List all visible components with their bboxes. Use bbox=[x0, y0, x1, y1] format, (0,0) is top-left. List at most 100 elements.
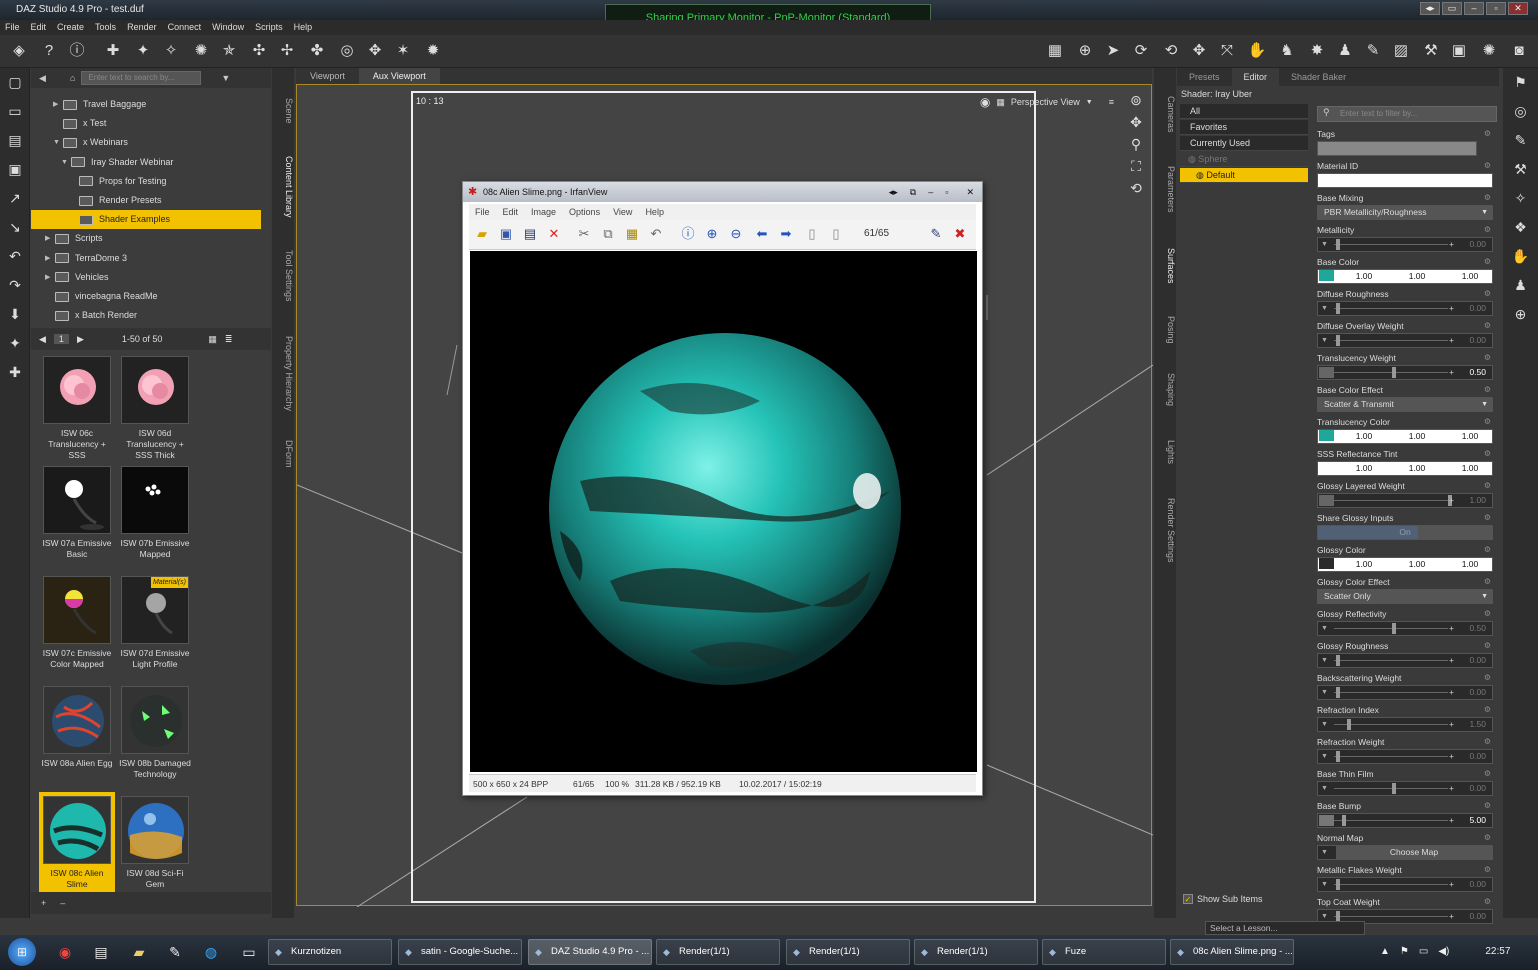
gear-icon[interactable]: ⚙ bbox=[1484, 545, 1491, 554]
start-button[interactable]: ⊞ bbox=[8, 938, 36, 966]
expand-icon[interactable]: ▶ bbox=[45, 229, 55, 248]
gear-icon[interactable]: ⚙ bbox=[1484, 801, 1491, 810]
pan-icon[interactable]: ✥ bbox=[1126, 114, 1146, 136]
map-swatch[interactable] bbox=[1319, 815, 1334, 826]
remove-icon[interactable]: – bbox=[60, 898, 65, 908]
show-sub-items[interactable]: ✓ Show Sub Items bbox=[1183, 894, 1263, 904]
close-icon[interactable]: ✕ bbox=[966, 182, 974, 202]
vtab-posing[interactable]: Posing bbox=[1154, 316, 1176, 344]
tree-item[interactable]: ▶ Scripts bbox=[31, 229, 261, 248]
sculpt-icon[interactable]: ❖ bbox=[1503, 213, 1538, 242]
export-icon[interactable]: ↗ bbox=[0, 184, 30, 213]
menu-file[interactable]: File bbox=[5, 20, 20, 35]
map-swatch[interactable] bbox=[1319, 367, 1334, 378]
slider-value[interactable]: 0.00 bbox=[1469, 750, 1486, 763]
plus-icon[interactable]: + bbox=[1449, 302, 1454, 315]
filter-input[interactable]: Enter text to filter by... bbox=[1317, 106, 1497, 122]
gear-icon[interactable]: ⚙ bbox=[1484, 353, 1491, 362]
weight-icon[interactable]: ✯ bbox=[218, 40, 240, 62]
gear-icon[interactable]: ⚙ bbox=[1484, 289, 1491, 298]
figure-icon[interactable]: ♟ bbox=[1503, 271, 1538, 300]
save-icon[interactable]: ▣ bbox=[0, 155, 30, 184]
taskbar-button[interactable]: ◆ Render(1/1) bbox=[914, 939, 1038, 965]
map-field[interactable]: ▼ Choose Map bbox=[1317, 845, 1493, 860]
view-selector[interactable]: ◉ ▦ Perspective View ▼ ≡ bbox=[980, 95, 1114, 109]
maximize-icon[interactable]: ▫ bbox=[945, 182, 948, 202]
plus-icon[interactable]: + bbox=[1449, 814, 1454, 827]
drop-icon[interactable]: ⬇ bbox=[0, 300, 30, 329]
vtab-scene[interactable]: Scene bbox=[272, 98, 294, 124]
chevron-down-icon[interactable]: ▼ bbox=[1321, 302, 1328, 315]
info-icon[interactable]: ⓘ bbox=[66, 40, 88, 62]
expand-icon[interactable]: ▶ bbox=[53, 95, 63, 114]
paint-icon[interactable]: ✎ bbox=[1362, 40, 1384, 62]
taskbar-button[interactable]: ◆ DAZ Studio 4.9 Pro - ... bbox=[528, 939, 652, 965]
move-icon[interactable]: ✣ bbox=[248, 40, 270, 62]
color-field[interactable]: 1.00 1.00 1.00 bbox=[1317, 461, 1493, 476]
value-cell[interactable]: 1.00 bbox=[1399, 558, 1435, 571]
save-icon[interactable]: ▤ bbox=[521, 225, 539, 243]
translate-icon[interactable]: ✥ bbox=[1188, 40, 1210, 62]
gear-icon[interactable]: ⚙ bbox=[1484, 769, 1491, 778]
menu-render[interactable]: Render bbox=[127, 20, 157, 35]
slider-field[interactable]: ▼ +0.00 bbox=[1317, 781, 1493, 796]
content-thumbnail[interactable]: ISW 07c Emissive Color Mapped bbox=[39, 572, 115, 680]
vtab-parameters[interactable]: Parameters bbox=[1154, 166, 1176, 213]
vtab-lights[interactable]: Lights bbox=[1154, 440, 1176, 464]
slider-value[interactable]: 0.00 bbox=[1469, 334, 1486, 347]
collapse-icon[interactable]: ▼ bbox=[61, 153, 71, 172]
content-thumbnail[interactable]: ISW 08b Damaged Technology bbox=[117, 682, 193, 790]
swap-icon[interactable]: ◂▸ bbox=[889, 182, 898, 202]
tree-item[interactable]: Shader Examples bbox=[31, 210, 261, 230]
plus-icon[interactable]: + bbox=[1449, 334, 1454, 347]
shape-icon[interactable]: ✶ bbox=[392, 40, 414, 62]
tray-arrow-icon[interactable]: ▲ bbox=[1380, 946, 1390, 957]
geometry-icon[interactable]: ✧ bbox=[1503, 184, 1538, 213]
target-icon[interactable]: ◎ bbox=[336, 40, 358, 62]
color-field[interactable]: 1.00 1.00 1.00 bbox=[1317, 429, 1493, 444]
map-swatch[interactable] bbox=[1319, 495, 1334, 506]
zoom-in-icon[interactable]: ⊕ bbox=[703, 225, 721, 243]
chevron-down-icon[interactable]: ▼ bbox=[1321, 622, 1328, 635]
back-icon[interactable]: ◀ bbox=[39, 73, 46, 84]
add-icon[interactable]: + bbox=[41, 898, 46, 908]
plus-icon[interactable]: + bbox=[1449, 366, 1454, 379]
viewport-tab[interactable]: Viewport bbox=[296, 68, 359, 84]
value-cell[interactable]: 1.00 bbox=[1346, 430, 1382, 443]
taskbar-button[interactable]: ◆ 08c Alien Slime.png - ... bbox=[1170, 939, 1294, 965]
color-swatch[interactable] bbox=[1319, 558, 1334, 569]
slider-field[interactable]: ▼ +0.00 bbox=[1317, 685, 1493, 700]
plus-icon[interactable]: + bbox=[1449, 686, 1454, 699]
maximize-icon[interactable]: ▫ bbox=[1486, 2, 1506, 15]
close-icon[interactable]: ✕ bbox=[1508, 2, 1528, 15]
color-swatch[interactable] bbox=[1319, 462, 1334, 473]
gear-icon[interactable]: ⚙ bbox=[1484, 129, 1491, 138]
tree-item[interactable]: x Test bbox=[31, 114, 261, 133]
property-dropdown[interactable]: Scatter & Transmit bbox=[1317, 397, 1493, 412]
figure-icon[interactable]: ✦ bbox=[0, 329, 30, 358]
color-swatch[interactable] bbox=[1319, 430, 1334, 441]
plus-icon[interactable]: + bbox=[1449, 878, 1454, 891]
skype-icon[interactable]: ◍ bbox=[200, 941, 222, 963]
info-icon[interactable]: ⓘ bbox=[679, 225, 697, 243]
value-cell[interactable]: 1.00 bbox=[1452, 462, 1488, 475]
slider-value[interactable]: 0.50 bbox=[1469, 622, 1486, 635]
geo-icon[interactable]: ▨ bbox=[1390, 40, 1412, 62]
content-thumbnail[interactable]: ISW 08a Alien Egg bbox=[39, 682, 115, 790]
checkbox-icon[interactable]: ✓ bbox=[1183, 894, 1193, 904]
minimize-icon[interactable]: – bbox=[1464, 2, 1484, 15]
slider-knob[interactable] bbox=[1392, 367, 1396, 378]
tree-item[interactable]: vincebagna ReadMe bbox=[31, 287, 261, 306]
explorer-icon[interactable]: ▤ bbox=[90, 941, 112, 963]
slider-value[interactable]: 1.00 bbox=[1469, 494, 1486, 507]
search-input[interactable]: Enter text to search by... bbox=[81, 71, 202, 85]
tree-item[interactable]: Render Presets bbox=[31, 191, 261, 210]
vtab-surfaces[interactable]: Surfaces bbox=[1154, 248, 1176, 284]
value-cell[interactable]: 1.00 bbox=[1399, 430, 1435, 443]
reset-icon[interactable]: ⟲ bbox=[1126, 180, 1146, 202]
slider-knob[interactable] bbox=[1336, 655, 1340, 666]
surface-tab[interactable]: Editor bbox=[1231, 68, 1280, 86]
menu-window[interactable]: Window bbox=[212, 20, 244, 35]
vtab-cameras[interactable]: Cameras bbox=[1154, 96, 1176, 133]
chevron-down-icon[interactable]: ▼ bbox=[1321, 750, 1328, 763]
